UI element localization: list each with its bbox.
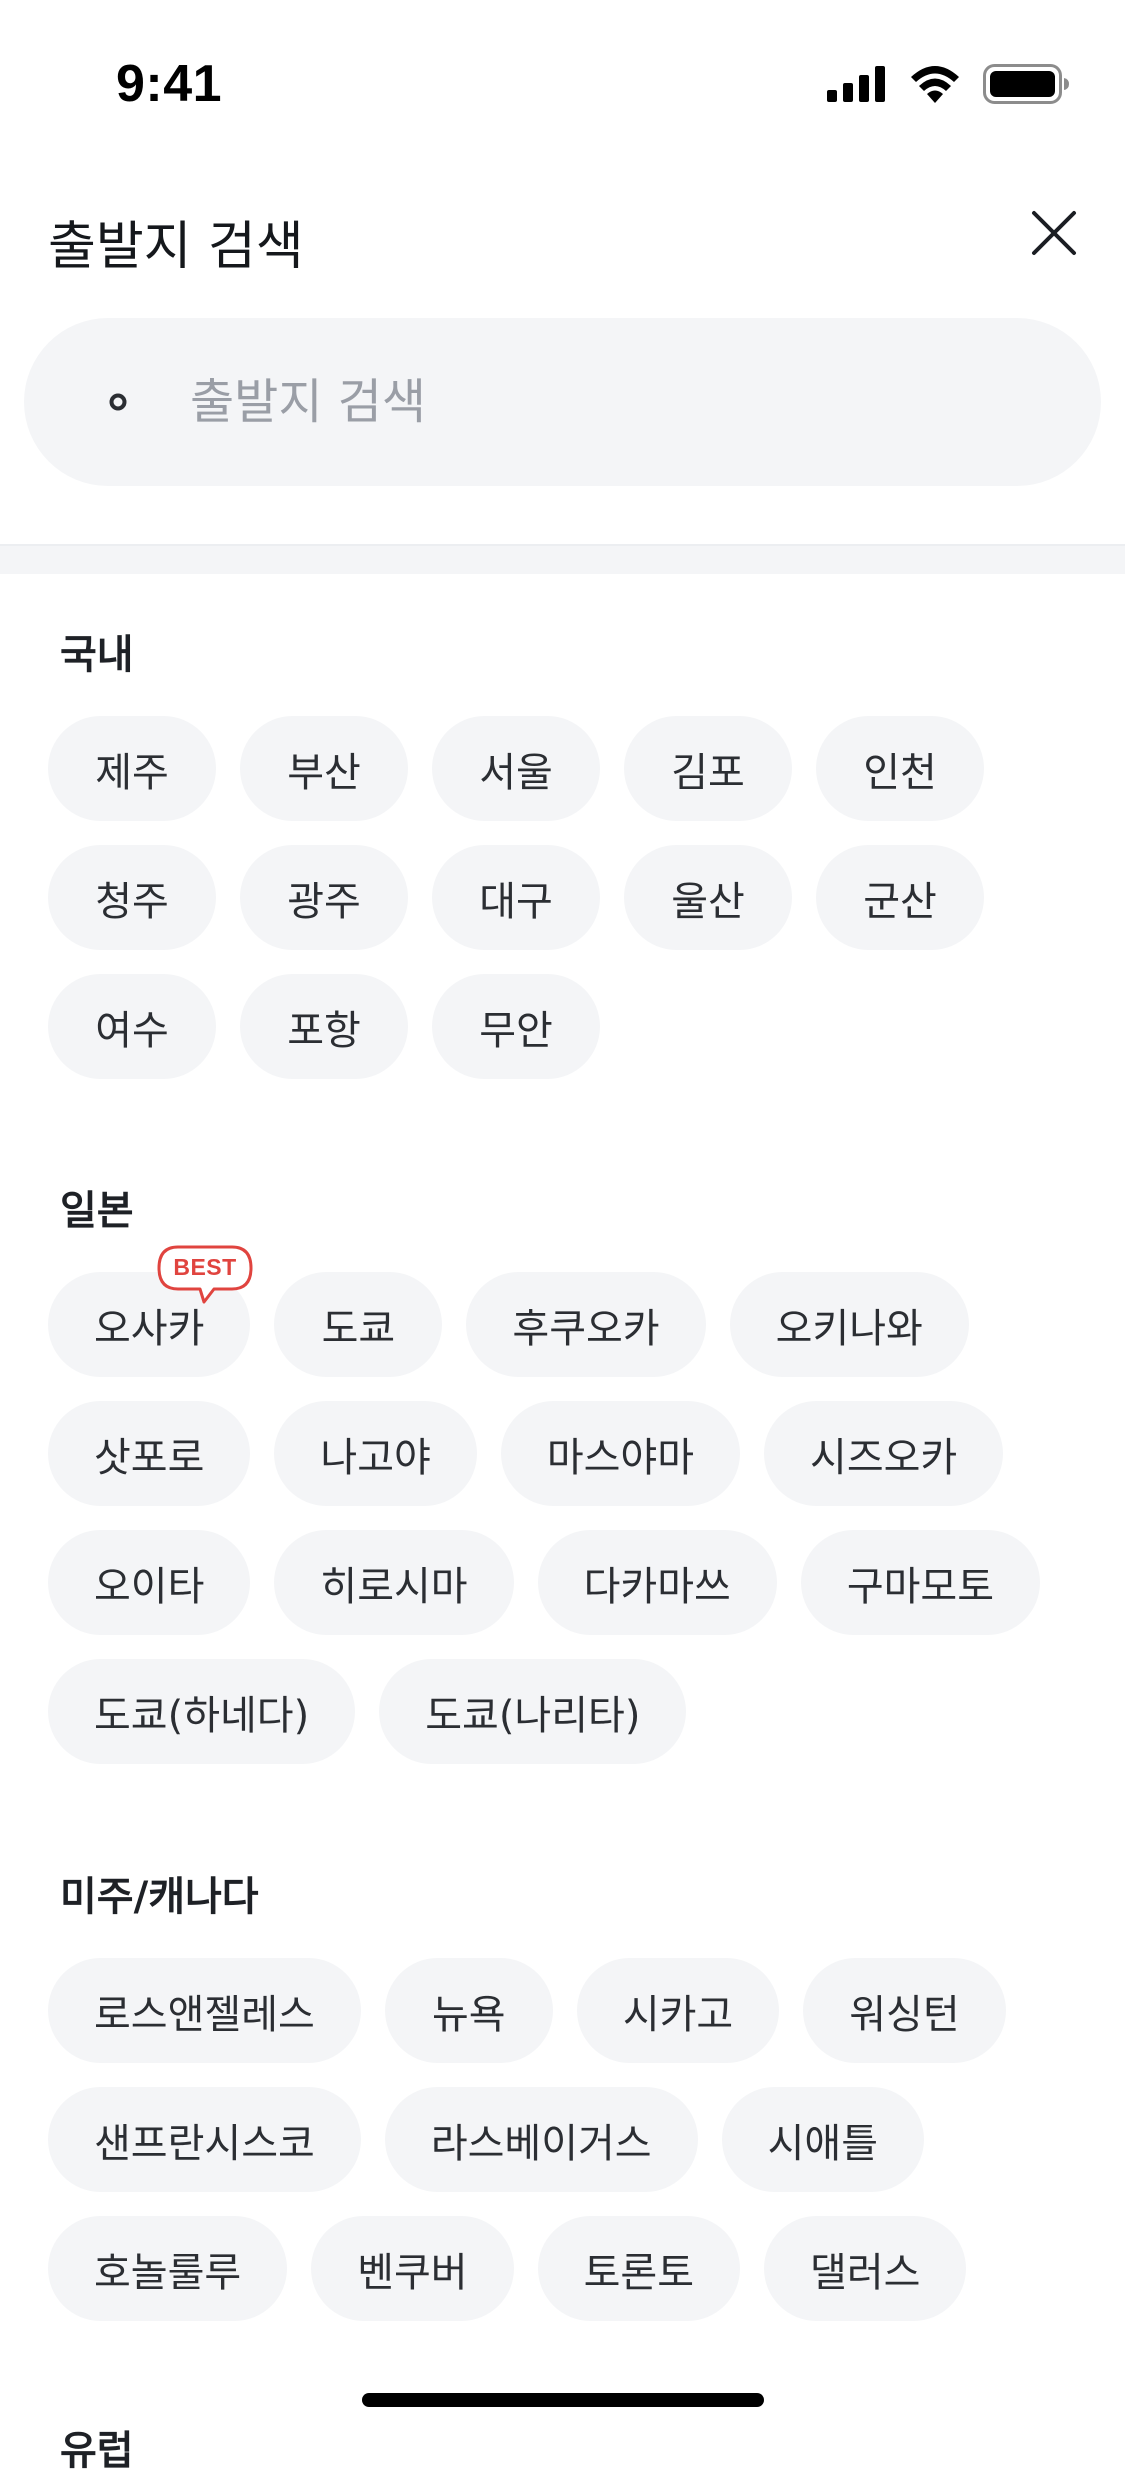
city-chip-label: 도쿄 — [321, 1305, 396, 1352]
city-chip-label: 구마모토 — [846, 1563, 995, 1610]
city-chip[interactable]: 댈러스 — [764, 2216, 967, 2321]
city-chip[interactable]: 로스앤젤레스 — [48, 1958, 361, 2063]
city-chip[interactable]: 오이타 — [48, 1530, 251, 1635]
search-icon — [108, 392, 128, 412]
city-chip[interactable]: 대구 — [432, 845, 600, 950]
city-chip[interactable]: 광주 — [240, 845, 408, 950]
section-title-peek: 유럽 — [60, 2428, 134, 2474]
city-chip[interactable]: 청주 — [48, 845, 216, 950]
city-chip-label: 시즈오카 — [810, 1434, 958, 1481]
city-chip[interactable]: 김포 — [624, 716, 792, 821]
section-title: 미주/캐나다 — [60, 1874, 259, 1920]
city-chip-label: 삿포로 — [94, 1434, 205, 1481]
section-title: 일본 — [60, 1188, 134, 1234]
status-icons — [827, 62, 1071, 110]
city-chip-label: 여수 — [95, 1007, 169, 1054]
city-chip[interactable]: 시애틀 — [721, 2087, 925, 2192]
city-chip[interactable]: 시카고 — [576, 1958, 780, 2063]
search-box[interactable] — [24, 318, 1101, 486]
city-chip-label: 토론토 — [583, 2249, 695, 2296]
city-chip[interactable]: 도쿄(하네다) — [48, 1659, 356, 1764]
chip-group: 로스앤젤레스 뉴욕 시카고 워싱턴샌프란시스코 라스베이거스 시애틀호놀룰루 벤쿠버 토론토 댈… — [48, 1958, 1088, 2321]
best-badge: BEST — [156, 1244, 254, 1308]
city-chip-label: 인천 — [863, 749, 937, 796]
city-chip[interactable]: 뉴욕 — [384, 1958, 553, 2063]
city-chip[interactable]: 도쿄(나리타) — [379, 1659, 687, 1764]
city-chip-label: 호놀룰루 — [94, 2249, 242, 2296]
status-bar: 9:41 — [0, 0, 1125, 132]
city-chip[interactable]: 벤쿠버 — [311, 2216, 514, 2321]
city-chip-label: 후쿠오카 — [512, 1305, 660, 1352]
city-chip-label: 서울 — [479, 749, 553, 796]
city-chip[interactable]: 삿포로 — [48, 1401, 251, 1506]
city-chip[interactable]: 토론토 — [537, 2216, 741, 2321]
city-chip[interactable]: 다카마쓰 — [537, 1530, 777, 1635]
city-chip-label: 오키나와 — [775, 1305, 923, 1352]
city-chip[interactable]: 시즈오카 — [764, 1401, 1004, 1506]
city-chip-label: 시애틀 — [767, 2120, 879, 2167]
city-chip-label: 군산 — [863, 878, 937, 925]
close-button[interactable] — [1019, 200, 1089, 270]
search-input[interactable] — [190, 362, 1050, 442]
city-chip-label: 나고야 — [320, 1434, 431, 1481]
city-chip-label: 뉴욕 — [432, 1991, 506, 2038]
city-chip[interactable]: 라스베이거스 — [384, 2087, 698, 2192]
city-chip-label: 무안 — [479, 1007, 553, 1054]
city-chip-label: 댈러스 — [810, 2249, 921, 2296]
city-chip[interactable]: 워싱턴 — [803, 1958, 1006, 2063]
city-chip-label: 워싱턴 — [849, 1991, 960, 2038]
wifi-icon — [909, 65, 961, 107]
city-chip[interactable]: 인천 — [816, 716, 984, 821]
city-chip[interactable]: 울산 — [624, 845, 792, 950]
city-chip-label: 마스야마 — [546, 1434, 695, 1481]
chip-group: 오사카 BEST 도쿄 후쿠오카 오키나와삿포로 나고야 마스야마 시즈오카오이타 히로시마 다카… — [48, 1245, 1088, 1764]
city-chip[interactable]: 군산 — [816, 845, 984, 950]
city-chip-label: 청주 — [95, 878, 169, 925]
city-chip-label: 도쿄(나리타) — [425, 1692, 641, 1739]
header: 출발지 검색 — [0, 190, 1125, 280]
city-chip-label: 제주 — [95, 749, 169, 796]
city-chip[interactable]: 샌프란시스코 — [48, 2087, 361, 2192]
home-indicator — [362, 2393, 764, 2407]
city-chip-label: 오이타 — [94, 1563, 205, 1610]
city-chip-label: 도쿄(하네다) — [94, 1692, 310, 1739]
city-chip[interactable]: 마스야마 — [500, 1401, 741, 1506]
city-chip-label: 히로시마 — [320, 1563, 468, 1610]
city-chip[interactable]: 나고야 — [274, 1401, 477, 1506]
city-chip[interactable]: 오사카 BEST — [48, 1245, 253, 1377]
city-chip-label: 로스앤젤레스 — [94, 1991, 315, 2038]
city-chip[interactable]: 호놀룰루 — [48, 2216, 288, 2321]
page-title: 출발지 검색 — [48, 217, 304, 277]
status-time: 9:41 — [116, 55, 223, 113]
city-chip-label: 벤쿠버 — [357, 2249, 468, 2296]
city-chip[interactable]: 포항 — [240, 974, 408, 1079]
section-title: 국내 — [60, 632, 134, 678]
city-chip-label: 라스베이거스 — [430, 2120, 652, 2167]
city-chip[interactable]: 구마모토 — [800, 1530, 1041, 1635]
city-chip[interactable]: 서울 — [432, 716, 600, 821]
city-chip[interactable]: 여수 — [48, 974, 216, 1079]
close-icon — [1031, 210, 1077, 260]
best-badge-label: BEST — [173, 1254, 237, 1280]
city-chip[interactable]: 후쿠오카 — [466, 1272, 706, 1377]
signal-icon — [827, 66, 887, 106]
city-chip-label: 울산 — [671, 878, 745, 925]
city-chip[interactable]: 부산 — [240, 716, 408, 821]
divider — [0, 544, 1125, 574]
battery-icon — [983, 64, 1071, 108]
city-chip-label: 다카마쓰 — [583, 1563, 731, 1610]
city-chip[interactable]: 오키나와 — [729, 1272, 969, 1377]
chip-group: 제주 부산 서울 김포 인천청주 광주 대구 울산 군산여수 포항 무안 — [48, 716, 1088, 1079]
city-chip-label: 샌프란시스코 — [94, 2120, 315, 2167]
city-chip-label: 대구 — [479, 878, 553, 925]
city-chip[interactable]: 무안 — [432, 974, 600, 1079]
city-chip[interactable]: 히로시마 — [274, 1530, 514, 1635]
city-chip[interactable]: 제주 — [48, 716, 216, 821]
city-chip[interactable]: 도쿄 — [274, 1272, 443, 1377]
city-chip-label: 부산 — [287, 749, 361, 796]
city-chip-label: 김포 — [671, 749, 745, 796]
city-chip-label: 시카고 — [622, 1991, 734, 2038]
city-chip-label: 광주 — [287, 878, 361, 925]
city-chip-label: 포항 — [287, 1007, 361, 1054]
